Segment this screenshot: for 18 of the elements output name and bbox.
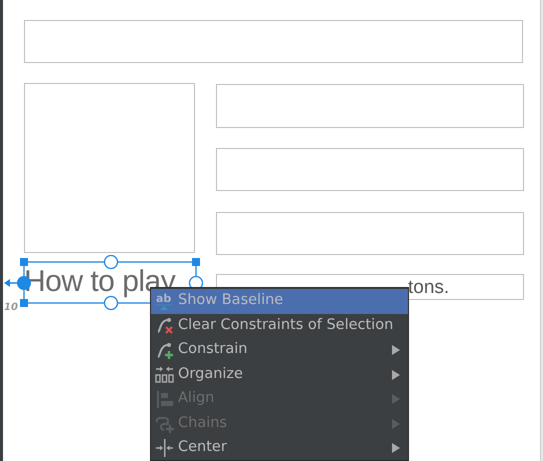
- constraint-arrow: [4, 279, 20, 287]
- menu-item[interactable]: Center: [151, 436, 408, 460]
- align-icon: [155, 390, 174, 409]
- menu-item[interactable]: Clear Constraints of Selection: [151, 314, 408, 338]
- body-text: tons.: [408, 277, 450, 299]
- menu-item[interactable]: Constrain: [151, 338, 408, 362]
- center-icon: [155, 438, 174, 458]
- organize-icon: [155, 365, 174, 384]
- anchor-handle[interactable]: [104, 254, 118, 270]
- constraint-remove-icon: [155, 316, 174, 336]
- anchor-handle[interactable]: [104, 296, 118, 310]
- margin-label: 10: [4, 301, 18, 315]
- resize-handle[interactable]: [20, 258, 28, 266]
- resize-handle[interactable]: [20, 299, 28, 307]
- constraint-add-icon: [155, 340, 174, 360]
- chain-icon: [155, 414, 174, 434]
- resize-handle[interactable]: [192, 258, 200, 266]
- menu-item[interactable]: Organize: [151, 362, 408, 387]
